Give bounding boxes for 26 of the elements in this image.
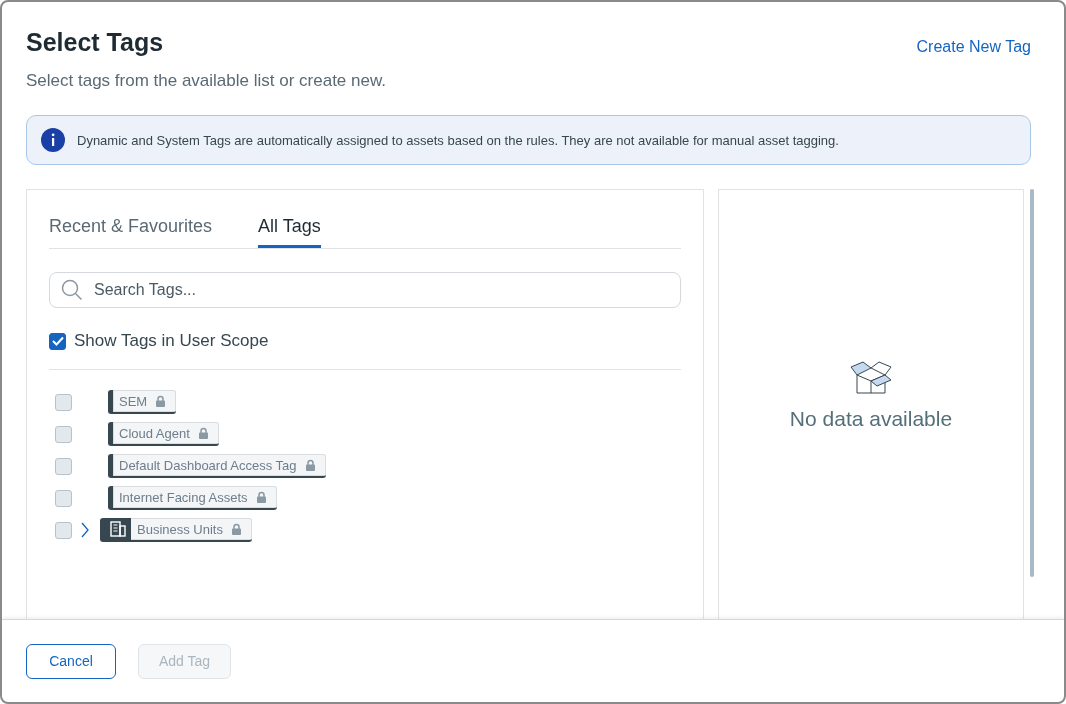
empty-state-text: No data available xyxy=(789,406,953,431)
create-new-tag-link[interactable]: Create New Tag xyxy=(916,38,1031,91)
dialog-subtitle: Select tags from the available list or create new. xyxy=(26,71,386,91)
info-icon xyxy=(41,128,65,152)
scope-checkbox[interactable] xyxy=(49,332,66,350)
expand-caret-icon[interactable] xyxy=(80,522,90,538)
tag-chip[interactable]: Business Units xyxy=(100,518,252,542)
search-field[interactable]: Search Tags... xyxy=(49,272,681,308)
scrollbar[interactable] xyxy=(1030,189,1034,577)
tab[interactable]: Recent & Favourites xyxy=(49,216,213,248)
info-text: Dynamic and System Tags are automatically assigned to assets based on the rules. They are not available for manual asset tagging. xyxy=(77,132,839,148)
tag-chip[interactable]: Default Dashboard Access Tag xyxy=(108,454,326,478)
tag-checkbox[interactable] xyxy=(55,521,72,539)
dialog-title: Select Tags xyxy=(26,28,165,57)
tag-chip[interactable]: SEM xyxy=(108,390,177,414)
tag-checkbox[interactable] xyxy=(55,489,72,507)
tag-checkbox[interactable] xyxy=(55,425,72,443)
tag-chip[interactable]: Internet Facing Assets xyxy=(108,486,277,510)
tag-checkbox[interactable] xyxy=(55,457,72,475)
cancel-button[interactable]: Cancel xyxy=(26,643,116,679)
building-icon xyxy=(110,521,126,537)
scope-checkbox-label: Show Tags in User Scope xyxy=(74,331,269,351)
tag-chip[interactable]: Cloud Agent xyxy=(108,422,219,446)
tag-checkbox[interactable] xyxy=(55,393,72,411)
empty-box-icon xyxy=(849,358,893,397)
tab[interactable]: All Tags xyxy=(258,216,321,248)
